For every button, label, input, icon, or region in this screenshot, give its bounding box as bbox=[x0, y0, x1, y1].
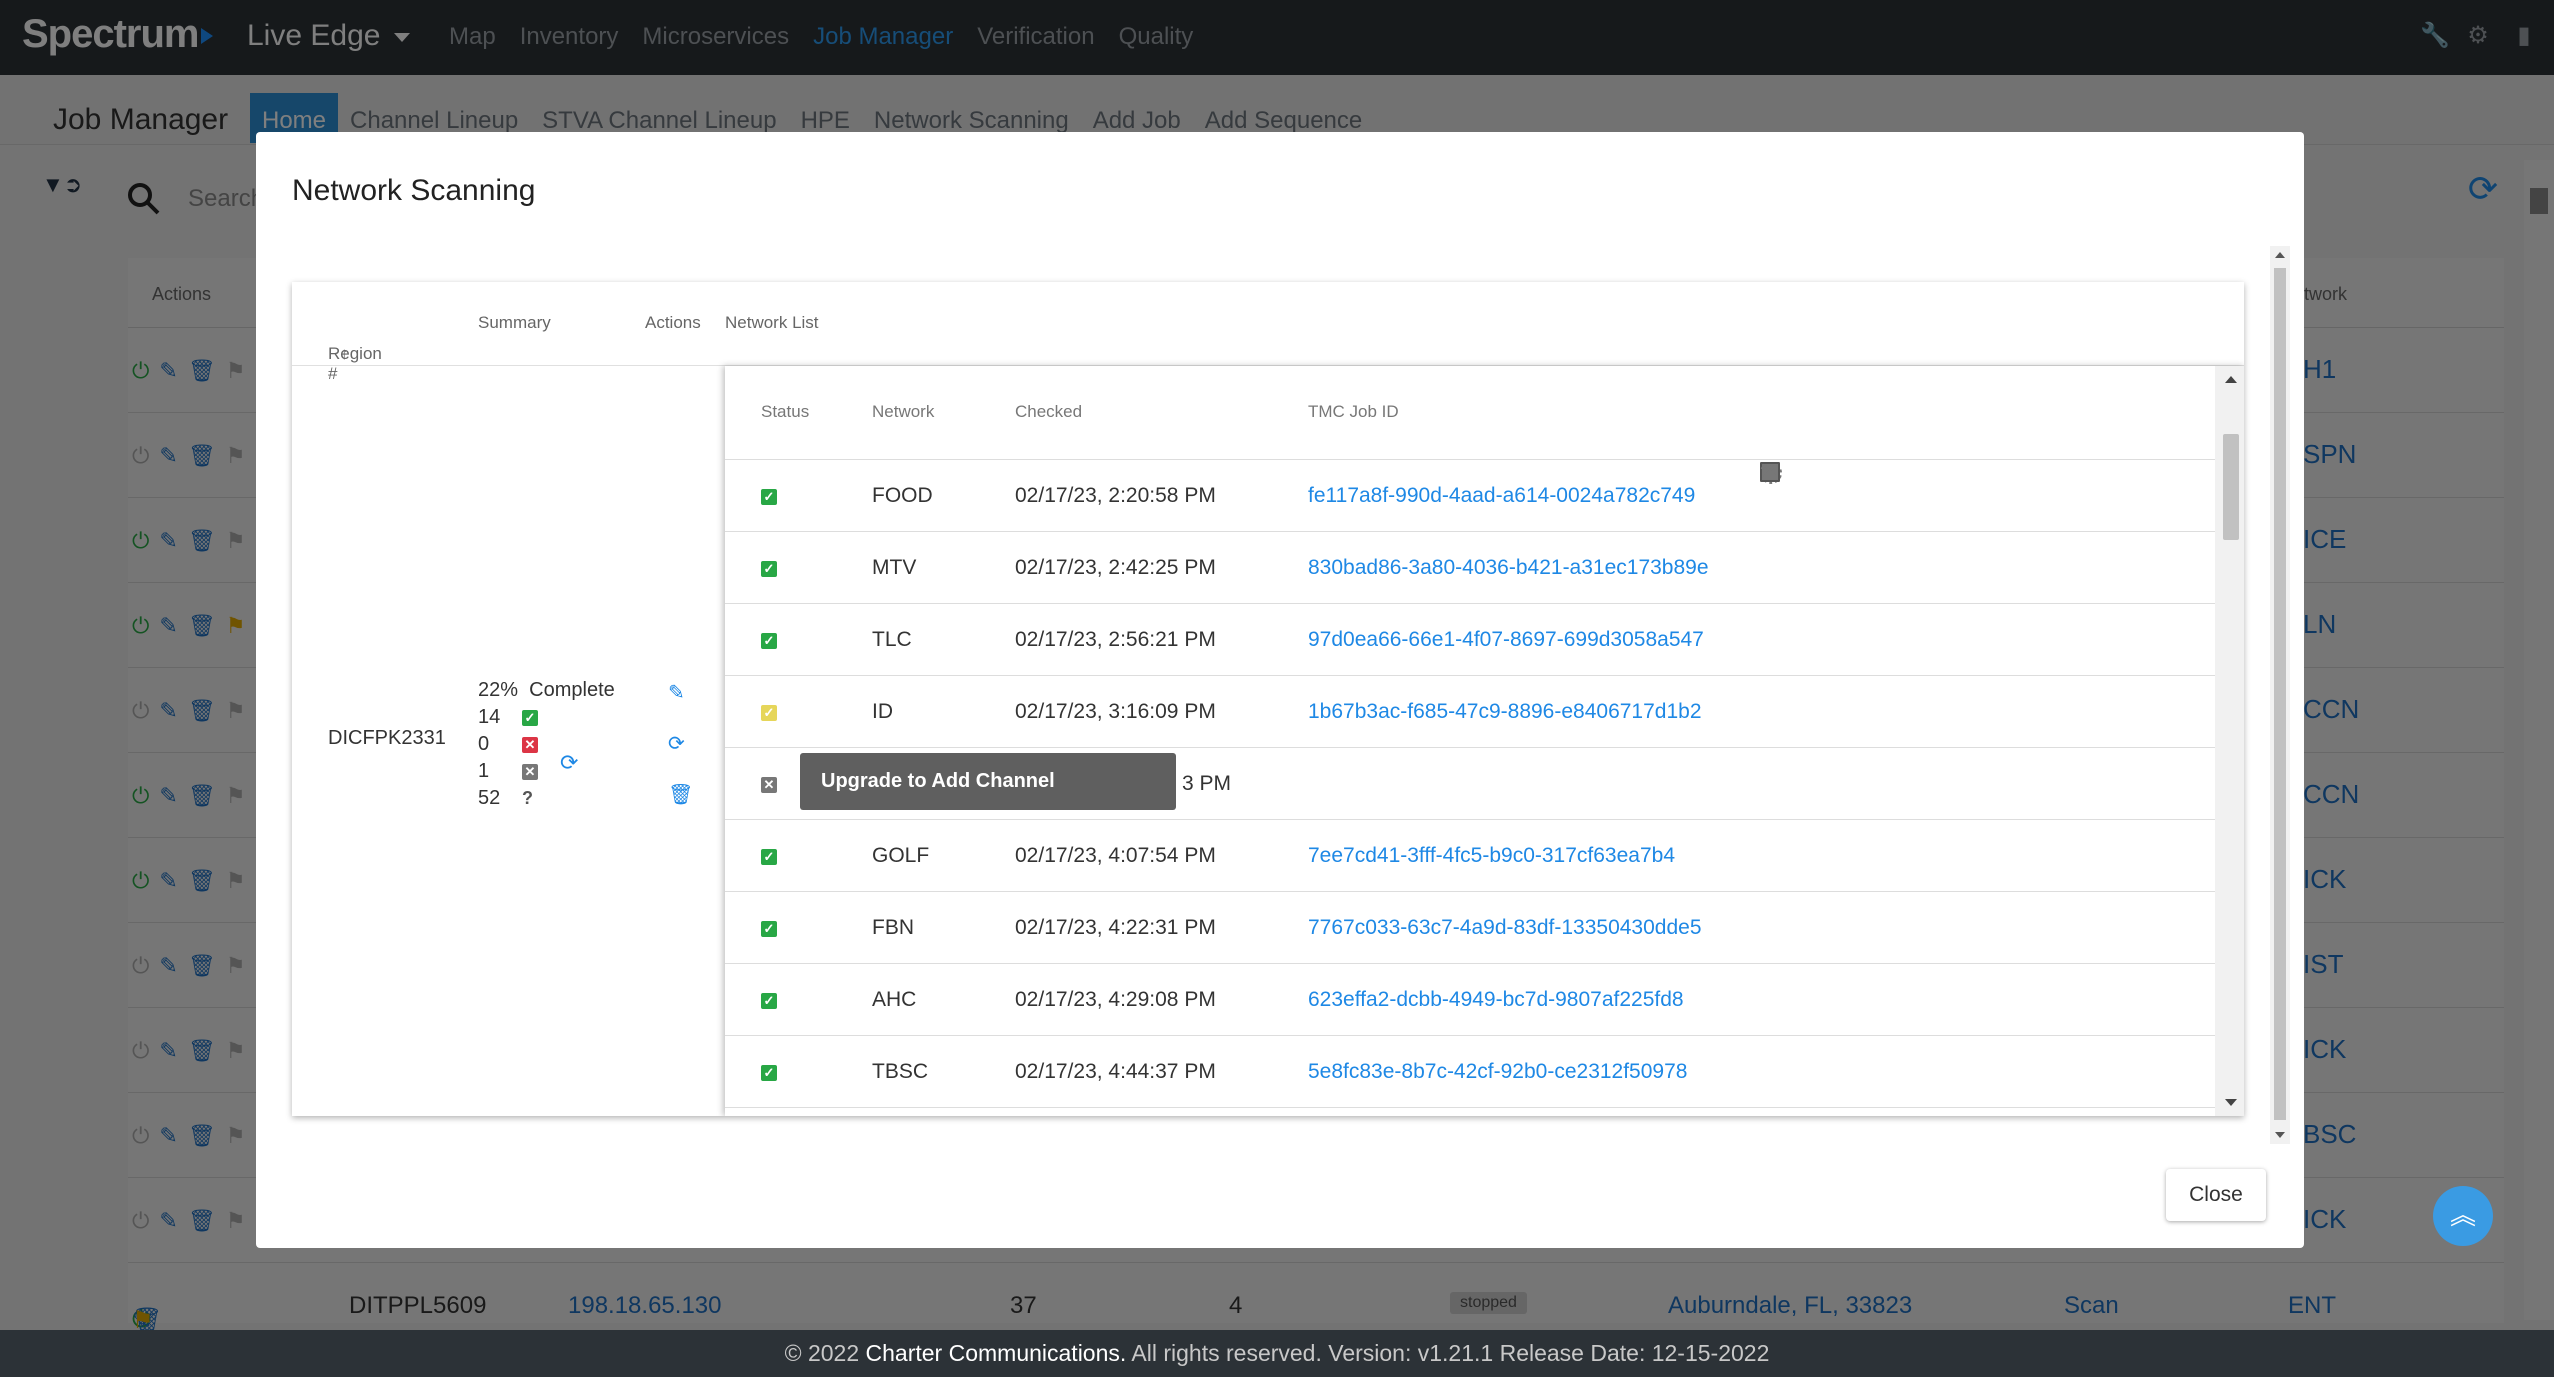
actions-header: Actions bbox=[645, 313, 701, 332]
job-id-link[interactable]: 5e8fc83e-8b7c-42cf-92b0-ce2312f50978 bbox=[1308, 1060, 1687, 1084]
network-list-scrollbar[interactable] bbox=[2215, 366, 2244, 1116]
network-row: ✓ TBSC 02/17/23, 4:44:37 PM 5e8fc83e-8b7… bbox=[725, 1036, 2215, 1108]
success-icon: ✓ bbox=[761, 561, 777, 577]
summary-percent: 22% bbox=[478, 679, 519, 701]
tooltip: Upgrade to Add Channel bbox=[800, 753, 1176, 810]
summary-block: 22% Complete 14 ✓ 0 ✕ 1 ✕ 52? bbox=[478, 677, 615, 812]
network-list-table: Status Network Checked TMC Job ID ✓ ✕ ✕ … bbox=[725, 366, 2244, 1116]
status-header: Status bbox=[761, 402, 810, 421]
footer-company[interactable]: Charter Communications. bbox=[866, 1340, 1127, 1366]
checked-time: 02/17/23, 2:56:21 PM bbox=[1015, 628, 1216, 651]
double-chevron-up-icon: ︽ bbox=[2449, 1200, 2476, 1230]
checked-time: 3 PM bbox=[1182, 772, 1232, 795]
network-row: ✓ AHC 02/17/23, 4:29:08 PM 623effa2-dcbb… bbox=[725, 964, 2215, 1036]
trash-icon[interactable]: 🗑 bbox=[668, 782, 693, 807]
network-name: TLC bbox=[872, 628, 912, 651]
checked-time: 02/17/23, 2:42:25 PM bbox=[1015, 556, 1216, 579]
scroll-up-icon[interactable] bbox=[2275, 252, 2285, 258]
network-name: MTV bbox=[872, 556, 917, 579]
job-id-link[interactable]: 7767c033-63c7-4a9d-83df-13350430dde5 bbox=[1308, 916, 1702, 940]
refresh-icon[interactable]: ⟳ bbox=[668, 731, 693, 756]
region-card: Region # ↑ Summary Actions Network List D… bbox=[292, 282, 2244, 1116]
network-name: GOLF bbox=[872, 844, 930, 867]
network-name: ID bbox=[872, 700, 893, 723]
sort-up-icon: ↑ bbox=[340, 344, 349, 363]
scroll-thumb[interactable] bbox=[2274, 268, 2286, 1120]
job-id-link[interactable]: 623effa2-dcbb-4949-bc7d-9807af225fd8 bbox=[1308, 988, 1684, 1012]
scroll-thumb[interactable] bbox=[2223, 434, 2239, 540]
network-row: ✓ GOLF 02/17/23, 4:07:54 PM 7ee7cd41-3ff… bbox=[725, 820, 2215, 892]
footer: © 2022 Charter Communications. All right… bbox=[0, 1330, 2554, 1377]
network-name: FOOD bbox=[872, 484, 933, 507]
question-icon: ? bbox=[522, 788, 533, 808]
modal-title: Network Scanning bbox=[292, 174, 536, 207]
close-button[interactable]: Close bbox=[2166, 1169, 2266, 1221]
scroll-up-icon[interactable] bbox=[2225, 376, 2237, 383]
x-icon: ✕ bbox=[522, 736, 538, 753]
job-id-link[interactable]: fe117a8f-990d-4aad-a614-0024a782c749 bbox=[1308, 484, 1695, 508]
network-row: ✓ ID 02/17/23, 3:16:09 PM 1b67b3ac-f685-… bbox=[725, 676, 2215, 748]
success-icon: ✓ bbox=[761, 633, 777, 649]
network-name: FBN bbox=[872, 916, 914, 939]
scroll-down-icon[interactable] bbox=[2275, 1132, 2285, 1138]
scroll-down-icon[interactable] bbox=[2225, 1099, 2237, 1106]
edit-icon[interactable]: ✎ bbox=[668, 680, 693, 705]
summary-unknown-count: 52 bbox=[478, 787, 501, 809]
summary-failed-count: 0 bbox=[478, 733, 490, 755]
pending-icon: ✓ bbox=[761, 705, 777, 721]
checked-time: 02/17/23, 3:16:09 PM bbox=[1015, 700, 1216, 723]
footer-text: All rights reserved. Version: v1.21.1 Re… bbox=[1131, 1340, 1770, 1366]
network-name: AHC bbox=[872, 988, 917, 1011]
cancelled-icon[interactable]: ✕ bbox=[761, 777, 777, 793]
sync-icon[interactable]: ⟳ bbox=[560, 750, 578, 776]
region-actions: ✎ ⟳ 🗑 bbox=[668, 680, 693, 807]
checked-time: 02/17/23, 4:07:54 PM bbox=[1015, 844, 1216, 867]
network-row: ✓ MTV 02/17/23, 2:42:25 PM 830bad86-3a80… bbox=[725, 532, 2215, 604]
summary-complete-label: Complete bbox=[529, 679, 615, 701]
scroll-to-top-button[interactable]: ︽ bbox=[2433, 1186, 2493, 1246]
job-id-link[interactable]: 830bad86-3a80-4036-b421-a31ec173b89e bbox=[1308, 556, 1709, 580]
checked-header: Checked bbox=[1015, 402, 1083, 421]
checked-time: 02/17/23, 4:22:31 PM bbox=[1015, 916, 1216, 939]
success-icon: ✓ bbox=[761, 849, 777, 865]
network-header: Network bbox=[872, 402, 935, 421]
cancel-icon: ✕ bbox=[522, 763, 538, 780]
success-icon: ✓ bbox=[761, 993, 777, 1009]
network-row: ✓ FBN 02/17/23, 4:22:31 PM 7767c033-63c7… bbox=[725, 892, 2215, 964]
checked-time: 02/17/23, 4:44:37 PM bbox=[1015, 1060, 1216, 1083]
network-list-header-row: Status Network Checked TMC Job ID ✓ ✕ ✕ … bbox=[725, 366, 2215, 484]
job-id-link[interactable]: 7ee7cd41-3fff-4fc5-b9c0-317cf63ea7b4 bbox=[1308, 844, 1675, 868]
check-icon: ✓ bbox=[522, 709, 538, 726]
network-scanning-modal: Network Scanning Region # ↑ Summary Actio… bbox=[256, 132, 2304, 1248]
job-id-link[interactable]: 97d0ea66-66e1-4f07-8697-699d3058a547 bbox=[1308, 628, 1704, 652]
network-name: TBSC bbox=[872, 1060, 929, 1083]
network-row: ✓ TLC 02/17/23, 2:56:21 PM 97d0ea66-66e1… bbox=[725, 604, 2215, 676]
network-row: ✓ FOOD 02/17/23, 2:20:58 PM fe117a8f-990… bbox=[725, 460, 2215, 532]
summary-success-count: 14 bbox=[478, 706, 501, 728]
success-icon: ✓ bbox=[761, 921, 777, 937]
network-list-header: Network List bbox=[725, 313, 819, 332]
footer-copyright: © 2022 bbox=[784, 1340, 860, 1366]
region-table-header: Region # ↑ Summary Actions Network List bbox=[292, 282, 2244, 383]
job-id-link[interactable]: 1b67b3ac-f685-47c9-8896-e8406717d1b2 bbox=[1308, 700, 1702, 724]
modal-scrollbar[interactable] bbox=[2270, 246, 2290, 1144]
success-icon: ✓ bbox=[761, 1065, 777, 1081]
summary-cancelled-count: 1 bbox=[478, 760, 490, 782]
checked-time: 02/17/23, 4:29:08 PM bbox=[1015, 988, 1216, 1011]
success-icon: ✓ bbox=[761, 489, 777, 505]
job-id-header: TMC Job ID bbox=[1308, 402, 1399, 421]
region-id: DICFPK2331 bbox=[328, 727, 446, 749]
summary-header: Summary bbox=[478, 313, 551, 332]
checked-time: 02/17/23, 2:20:58 PM bbox=[1015, 484, 1216, 507]
